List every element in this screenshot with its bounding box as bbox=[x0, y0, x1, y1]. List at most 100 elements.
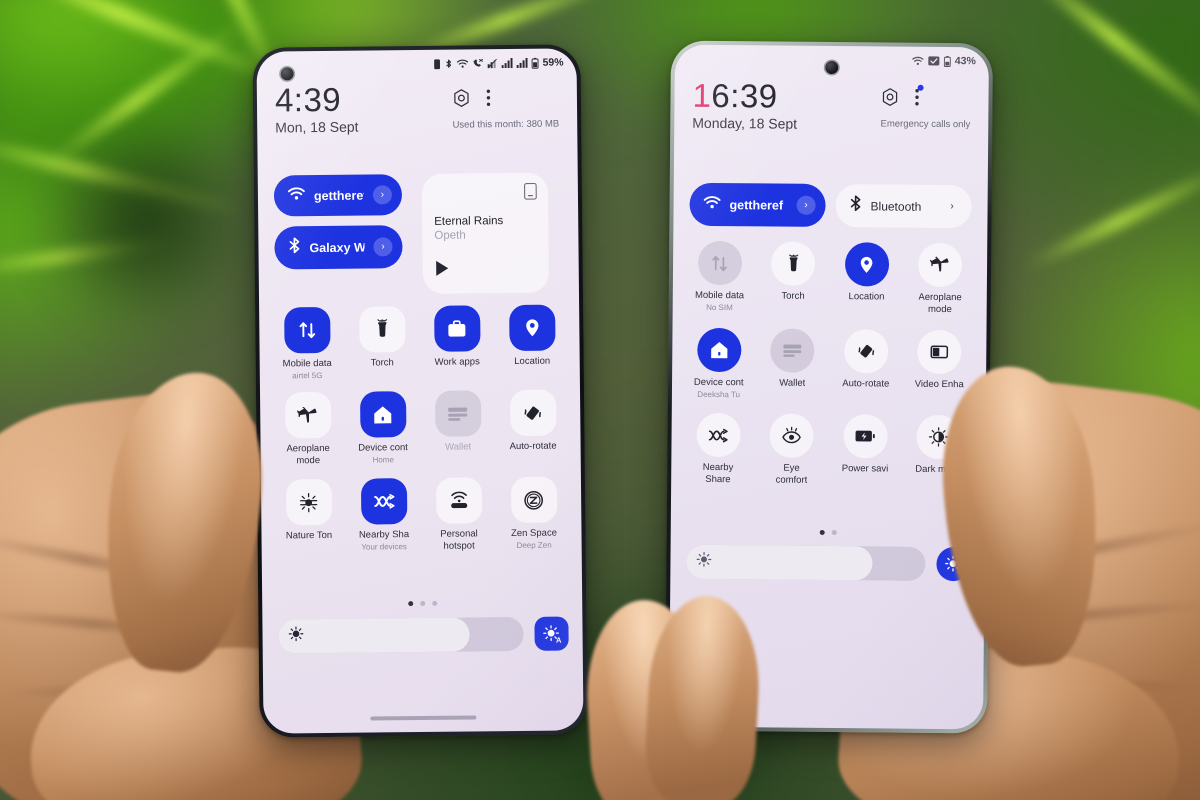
bluetooth-pill[interactable]: Galaxy W › bbox=[274, 225, 403, 270]
clock-date: Mon, 18 Sept bbox=[275, 118, 359, 136]
battery-icon bbox=[531, 57, 539, 69]
brightness-slider-fill bbox=[686, 544, 874, 581]
phone-left-tile-grid: Mobile data airtel 5G Torch Work apps Lo… bbox=[269, 304, 572, 555]
more-vertical-icon[interactable] bbox=[486, 88, 491, 112]
tile-eye-comfort[interactable]: Eye comfort bbox=[755, 413, 829, 488]
media-track-title: Eternal Rains bbox=[434, 215, 504, 228]
clock-time-rest: 6:39 bbox=[711, 76, 778, 115]
eye-icon bbox=[769, 413, 815, 459]
tile-wallet[interactable]: Wallet bbox=[755, 328, 829, 401]
tile-label: Eye comfort bbox=[775, 462, 808, 486]
page-dot[interactable] bbox=[819, 529, 825, 535]
chevron-right-icon[interactable]: › bbox=[373, 237, 393, 257]
tile-torch[interactable]: Torch bbox=[756, 241, 830, 315]
bluetooth-pill[interactable]: Bluetooth › bbox=[835, 184, 972, 229]
tile-location[interactable]: Location bbox=[494, 304, 570, 378]
tile-aeroplane-mode[interactable]: Aeroplane mode bbox=[903, 242, 977, 317]
tile-device-controls[interactable]: Device cont Deeksha Tu bbox=[682, 328, 756, 400]
rotate-icon bbox=[843, 329, 889, 374]
brightness-icon bbox=[696, 552, 712, 572]
chevron-right-icon[interactable]: › bbox=[796, 195, 816, 215]
tile-zen-space[interactable]: Zen Space Deep Zen bbox=[496, 476, 572, 553]
nearby-share-icon bbox=[696, 413, 741, 458]
tile-power-saving[interactable]: Power savi bbox=[828, 414, 902, 488]
tile-device-controls[interactable]: Device cont Home bbox=[345, 391, 421, 467]
signal-bars-icon bbox=[501, 58, 513, 69]
auto-brightness-button[interactable]: A bbox=[534, 616, 569, 651]
bluetooth-icon bbox=[288, 237, 300, 258]
tile-torch[interactable]: Torch bbox=[344, 306, 420, 380]
tile-nearby-share[interactable]: Nearby Sha Your devices bbox=[346, 478, 422, 554]
background-shadow bbox=[30, 120, 260, 320]
tile-nearby-share[interactable]: Nearby Share bbox=[681, 413, 755, 487]
chevron-right-icon[interactable]: › bbox=[372, 185, 393, 205]
navigation-gesture-bar[interactable] bbox=[370, 715, 477, 721]
tile-label: Mobile data bbox=[694, 289, 745, 302]
play-icon[interactable] bbox=[435, 259, 537, 282]
bluetooth-icon bbox=[445, 58, 453, 69]
tile-label: Aeroplane mode bbox=[918, 291, 962, 315]
page-dot[interactable] bbox=[431, 600, 437, 606]
tile-location[interactable]: Location bbox=[830, 242, 904, 316]
tile-label: Location bbox=[848, 291, 885, 303]
home-icon bbox=[696, 328, 742, 373]
page-dot[interactable] bbox=[831, 530, 837, 536]
airplane-icon bbox=[918, 242, 963, 288]
tile-personal-hotspot[interactable]: Personal hotspot bbox=[421, 477, 497, 554]
location-pin-icon bbox=[844, 242, 890, 287]
tile-sublabel: Your devices bbox=[361, 542, 407, 552]
battery-bolt-icon bbox=[843, 414, 888, 459]
chevron-right-icon[interactable]: › bbox=[942, 197, 961, 216]
phone-left-qs-header: 4:39 Mon, 18 Sept Used this month: 380 M… bbox=[257, 80, 578, 135]
tile-sublabel: airtel 5G bbox=[292, 370, 323, 380]
screenshot-icon bbox=[928, 56, 940, 66]
tile-label: Auto-rotate bbox=[509, 440, 557, 453]
rotate-icon bbox=[509, 389, 556, 437]
tile-aeroplane-mode[interactable]: Aeroplane mode bbox=[270, 392, 346, 468]
wifi-pill-label: gettheref bbox=[313, 188, 365, 203]
airplane-icon bbox=[284, 392, 331, 439]
tile-mobile-data[interactable]: Mobile data airtel 5G bbox=[269, 306, 345, 381]
wifi-icon bbox=[703, 195, 721, 213]
tile-label: Mobile data bbox=[282, 357, 332, 370]
brightness-slider[interactable] bbox=[278, 616, 524, 654]
media-player-card[interactable]: Eternal Rains Opeth bbox=[421, 172, 549, 294]
page-dot[interactable] bbox=[419, 600, 425, 607]
sun-rays-icon bbox=[285, 479, 332, 526]
wifi-pill[interactable]: gettheref › bbox=[689, 182, 826, 227]
tile-label: Location bbox=[514, 355, 551, 368]
brightness-slider[interactable] bbox=[686, 544, 926, 581]
tile-label: Nearby Sha bbox=[358, 529, 410, 541]
tile-nature-tone[interactable]: Nature Ton bbox=[271, 479, 347, 555]
battery-percent-label: 43% bbox=[954, 55, 976, 68]
bluetooth-pill-label: Bluetooth bbox=[870, 198, 922, 214]
call-mute-icon bbox=[473, 58, 484, 68]
more-vertical-icon[interactable] bbox=[915, 84, 924, 112]
tile-work-apps[interactable]: Work apps bbox=[419, 305, 495, 379]
tile-mobile-data[interactable]: Mobile data No SIM bbox=[683, 240, 757, 315]
data-usage-label: Used this month: 380 MB bbox=[452, 118, 560, 131]
tile-sublabel: No SIM bbox=[706, 302, 733, 312]
wifi-pill[interactable]: gettheref › bbox=[273, 174, 403, 217]
hotspot-icon bbox=[435, 477, 482, 525]
flashlight-icon bbox=[771, 241, 816, 286]
network-status-label: Emergency calls only bbox=[880, 118, 971, 131]
phone-right-brightness-row: A bbox=[686, 544, 971, 582]
location-pin-icon bbox=[508, 304, 556, 352]
phone-left-screen[interactable]: 59% 4:39 Mon, 18 Sept Used this month: 3… bbox=[256, 48, 584, 734]
clock-time: 4:39 bbox=[274, 80, 342, 119]
gear-icon[interactable] bbox=[452, 88, 471, 112]
wifi-icon bbox=[912, 56, 924, 66]
tile-label: Torch bbox=[781, 290, 805, 302]
phone-left-connectivity-pills: gettheref › Galaxy W › bbox=[273, 174, 403, 270]
tile-auto-rotate[interactable]: Auto-rotate bbox=[495, 389, 571, 466]
bluetooth-icon bbox=[849, 195, 861, 216]
gear-icon[interactable] bbox=[881, 87, 900, 111]
tile-wallet[interactable]: Wallet bbox=[420, 390, 496, 466]
page-dot[interactable] bbox=[407, 601, 413, 607]
zen-icon bbox=[510, 476, 557, 524]
cast-device-icon[interactable] bbox=[524, 182, 537, 205]
brightness-slider-fill bbox=[278, 617, 470, 654]
tile-sublabel: Home bbox=[372, 455, 394, 465]
tile-auto-rotate[interactable]: Auto-rotate bbox=[829, 329, 903, 401]
